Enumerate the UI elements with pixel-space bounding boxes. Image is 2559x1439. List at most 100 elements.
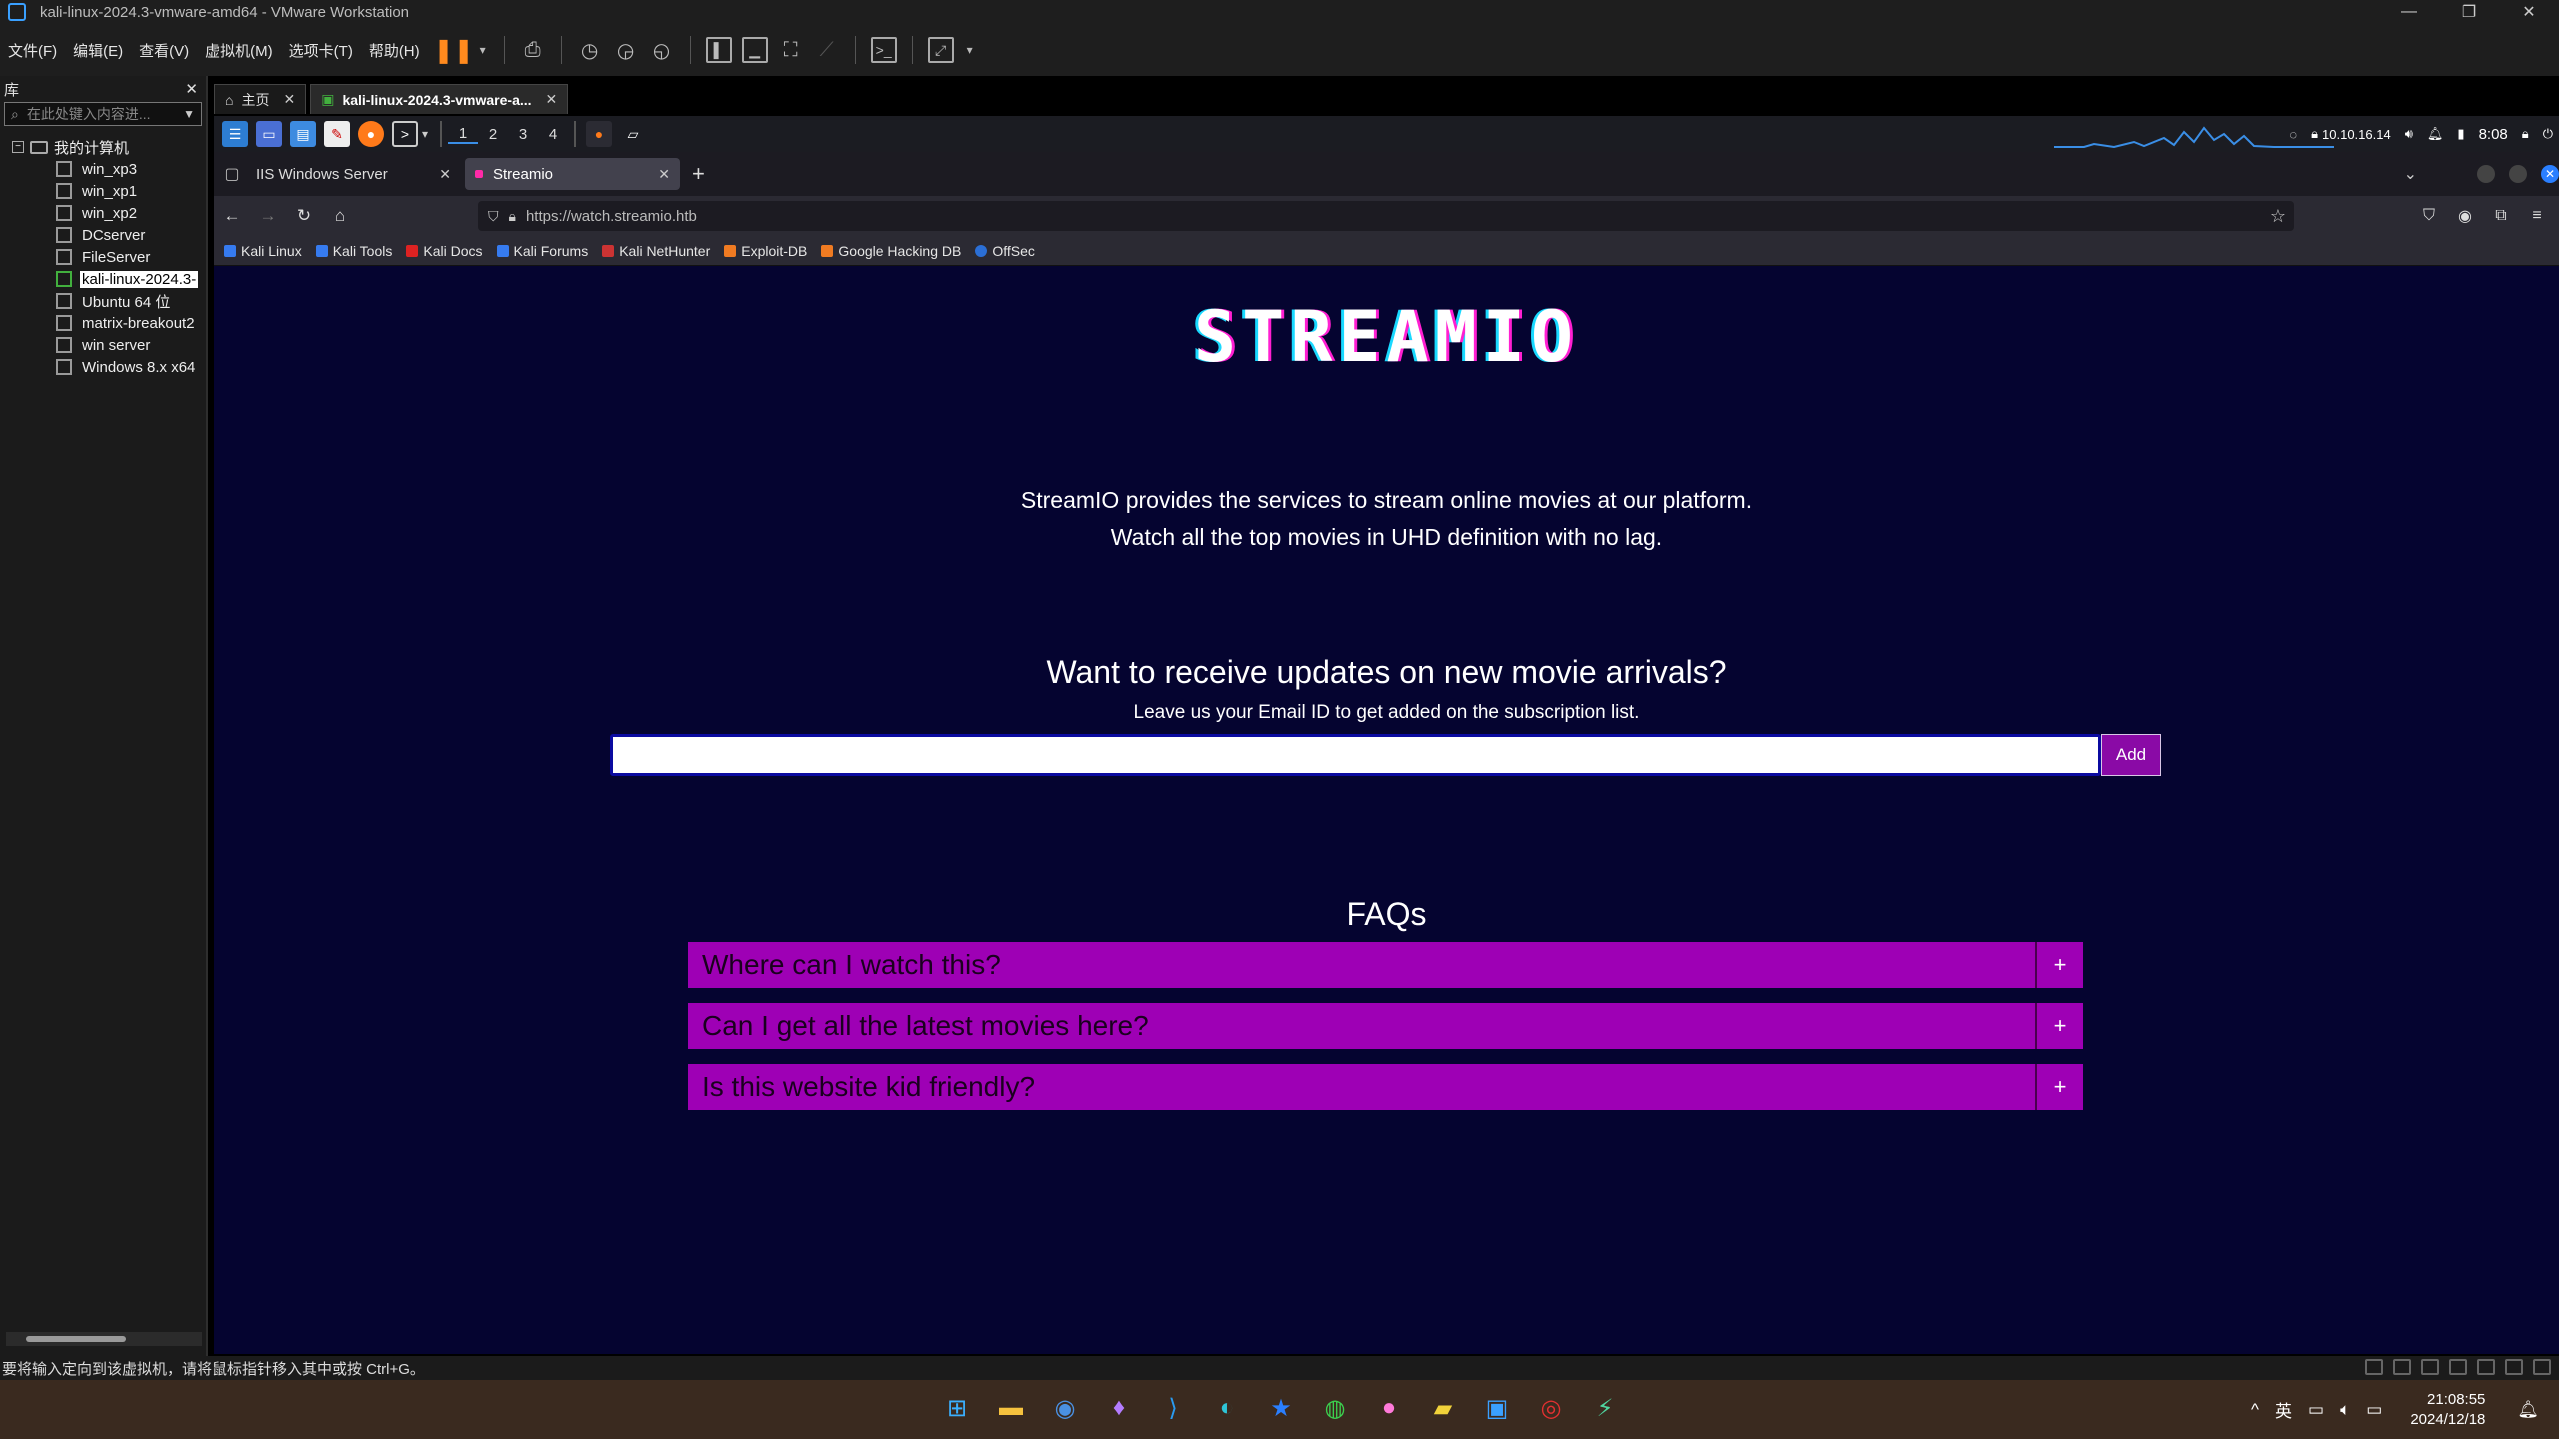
vm-item[interactable]: Ubuntu 64 位 — [0, 290, 206, 312]
menu-tabs[interactable]: 选项卡(T) — [289, 40, 353, 61]
bookmark-kali-forums[interactable]: Kali Forums — [496, 243, 588, 259]
file-manager-icon[interactable]: ▤ — [290, 121, 316, 147]
restore-icon[interactable]: ❐ — [2439, 0, 2499, 24]
lock-icon[interactable]: 🔒︎ — [2522, 126, 2529, 142]
home-icon[interactable]: ⌂ — [322, 206, 358, 226]
chevron-down-icon[interactable]: ⌄ — [2404, 164, 2417, 184]
bookmark-google-hacking-db[interactable]: Google Hacking DB — [821, 243, 961, 259]
app-green-icon[interactable]: ⚡ — [1585, 1388, 1625, 1428]
shield-icon[interactable]: ⛉ — [488, 208, 499, 225]
dropdown-arrow-icon[interactable]: ▾ — [477, 37, 489, 63]
sound-icon[interactable] — [2449, 1359, 2467, 1375]
url-bar[interactable]: ⛉ 🔒︎ https://watch.streamio.htb ☆ — [478, 201, 2294, 231]
faq-expand-icon[interactable]: + — [2035, 1003, 2083, 1049]
close-icon[interactable]: ✕ — [439, 166, 451, 183]
workspace-2[interactable]: 2 — [478, 126, 508, 143]
workspace-3[interactable]: 3 — [508, 126, 538, 143]
firefox-window-icon[interactable]: ● — [586, 121, 613, 147]
pocket-icon[interactable]: ⛉ — [2411, 207, 2447, 225]
tree-root[interactable]: − 我的计算机 — [0, 136, 206, 158]
panel-clock[interactable]: 8:08 — [2479, 126, 2508, 143]
reload-icon[interactable]: ↻ — [286, 206, 322, 226]
console-icon[interactable]: >_ — [870, 37, 897, 63]
menu-view[interactable]: 查看(V) — [139, 40, 189, 61]
snapshot-icon[interactable]: ◷ — [577, 37, 603, 63]
library-close-icon[interactable]: ✕ — [185, 80, 198, 98]
file-explorer-icon[interactable]: ▬ — [991, 1388, 1031, 1428]
faq-expand-icon[interactable]: + — [2035, 1064, 2083, 1110]
battery-tray-icon[interactable]: ▭ — [2366, 1400, 2382, 1420]
extensions-icon[interactable]: ⧉ — [2483, 207, 2519, 225]
faq-item[interactable]: Can I get all the latest movies here? + — [688, 1003, 2083, 1049]
forward-icon[interactable]: → — [250, 206, 286, 226]
desktop-icon[interactable]: ▭ — [256, 121, 282, 147]
faq-expand-icon[interactable]: + — [2035, 942, 2083, 988]
edge-icon[interactable]: ◐ — [1207, 1388, 1247, 1428]
network-tray-icon[interactable]: ▭ — [2308, 1400, 2324, 1420]
tray-chevron-icon[interactable]: ^ — [2251, 1400, 2259, 1420]
add-button[interactable]: Add — [2101, 734, 2161, 776]
bookmark-kali-linux[interactable]: Kali Linux — [224, 243, 302, 259]
volume-icon[interactable]: 🔊︎ — [2405, 126, 2413, 142]
faq-item[interactable]: Where can I watch this? + — [688, 942, 2083, 988]
thumbnail-bar-icon[interactable]: ▁ — [741, 37, 768, 63]
menu-icon[interactable]: ≡ — [2519, 207, 2555, 225]
menu-edit[interactable]: 编辑(E) — [73, 40, 123, 61]
maximize-icon[interactable] — [2509, 165, 2527, 183]
unity-icon[interactable]: ⟋ — [814, 37, 840, 63]
close-icon[interactable]: ✕ — [546, 91, 558, 108]
snapshot-manager-icon[interactable]: ◵ — [649, 37, 675, 63]
fullscreen-icon[interactable]: ⛶ — [778, 37, 804, 63]
account-icon[interactable]: ◉ — [2447, 206, 2483, 226]
usb-icon[interactable] — [2421, 1359, 2439, 1375]
scrollbar-thumb[interactable] — [26, 1336, 126, 1342]
minimize-icon[interactable]: — — [2379, 0, 2439, 24]
vm-item[interactable]: win_xp1 — [0, 180, 206, 202]
close-icon[interactable]: ✕ — [2499, 0, 2559, 24]
network-icon[interactable] — [2393, 1359, 2411, 1375]
lock-icon[interactable]: 🔒︎ — [509, 208, 516, 225]
back-icon[interactable]: ← — [214, 206, 250, 226]
firefox-icon[interactable]: ● — [358, 121, 384, 147]
minimize-icon[interactable] — [2477, 165, 2495, 183]
power-icon[interactable]: ⏻ — [2543, 126, 2553, 142]
vm-item[interactable]: Windows 8.x x64 — [0, 356, 206, 378]
send-ctrl-alt-del-icon[interactable]: ⎙ — [520, 37, 546, 63]
vscode-icon[interactable]: ⟩ — [1153, 1388, 1193, 1428]
collapse-icon[interactable]: − — [12, 141, 24, 153]
faq-item[interactable]: Is this website kid friendly? + — [688, 1064, 2083, 1110]
wechat-icon[interactable]: ◍ — [1315, 1388, 1355, 1428]
close-icon[interactable]: ✕ — [658, 166, 670, 183]
tab-list-icon[interactable]: ▢ — [218, 164, 246, 184]
library-scrollbar[interactable] — [6, 1332, 202, 1346]
workspace-4[interactable]: 4 — [538, 126, 568, 143]
browser-tab-streamio[interactable]: Streamio ✕ — [465, 158, 680, 190]
taskbar-clock[interactable]: 21:08:55 2024/12/18 — [2410, 1390, 2485, 1430]
library-search-input[interactable]: ⌕ 在此处键入内容进... ▼ — [4, 102, 202, 126]
stretch-icon[interactable]: ⤢ — [927, 37, 954, 63]
printer-icon[interactable] — [2477, 1359, 2495, 1375]
vm-item-selected[interactable]: kali-linux-2024.3- — [0, 268, 206, 290]
vm-item[interactable]: FileServer — [0, 246, 206, 268]
text-editor-icon[interactable]: ✎ — [324, 121, 350, 147]
start-icon[interactable]: ⊞ — [937, 1388, 977, 1428]
pause-icon[interactable]: ❚❚ — [434, 37, 474, 64]
tab-home[interactable]: ⌂ 主页 ✕ — [214, 84, 307, 114]
bookmark-exploit-db[interactable]: Exploit-DB — [724, 243, 807, 259]
vm-item[interactable]: matrix-breakout2 — [0, 312, 206, 334]
app-purple-icon[interactable]: ♦ — [1099, 1388, 1139, 1428]
tab-kali-vm[interactable]: ▣ kali-linux-2024.3-vmware-a... ✕ — [310, 84, 569, 114]
vm-item[interactable]: win_xp3 — [0, 158, 206, 180]
dropdown-arrow-icon[interactable]: ▾ — [964, 37, 976, 63]
workspace-1[interactable]: 1 — [448, 125, 479, 144]
volume-tray-icon[interactable]: 🔈︎ — [2340, 1400, 2350, 1420]
netease-music-icon[interactable]: ◎ — [1531, 1388, 1571, 1428]
star-icon[interactable]: ☆ — [2270, 206, 2286, 227]
menu-vm[interactable]: 虚拟机(M) — [205, 40, 273, 61]
kali-menu-icon[interactable]: ☰ — [222, 121, 248, 147]
vmware-taskbar-icon[interactable]: ▣ — [1477, 1388, 1517, 1428]
app-cat-icon[interactable]: ● — [1369, 1388, 1409, 1428]
close-icon[interactable]: ✕ — [2541, 165, 2559, 183]
window-icon[interactable]: ▱ — [620, 121, 646, 147]
vm-item[interactable]: win_xp2 — [0, 202, 206, 224]
